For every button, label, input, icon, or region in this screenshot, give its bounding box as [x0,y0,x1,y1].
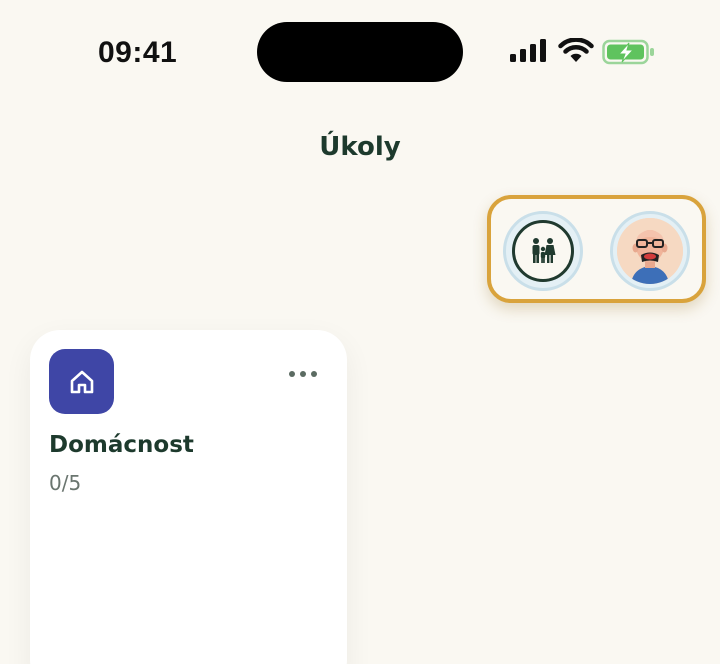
member-switcher [487,195,706,303]
dot-icon [311,371,317,377]
dot-icon [289,371,295,377]
dot-icon [300,371,306,377]
wifi-icon [558,38,594,62]
more-options-button[interactable] [283,364,323,384]
page-title: Úkoly [319,132,401,162]
user-avatar-illustration [617,218,683,284]
dynamic-island [257,22,463,82]
user-member-button[interactable] [610,211,690,291]
cellular-signal-icon [510,39,546,62]
category-progress: 0/5 [49,471,82,495]
battery-charging-icon [602,39,654,65]
category-card[interactable]: Domácnost 0/5 [30,330,347,664]
user-avatar [617,218,683,284]
status-time: 09:41 [98,36,178,69]
screen: 09:41 Úkoly Domácnost 0/5 [0,0,720,664]
home-icon [70,370,93,393]
category-icon-tile [49,349,114,414]
family-icon [532,238,556,263]
family-member-button[interactable] [503,211,583,291]
category-name: Domácnost [49,432,194,458]
family-avatar [512,220,574,282]
